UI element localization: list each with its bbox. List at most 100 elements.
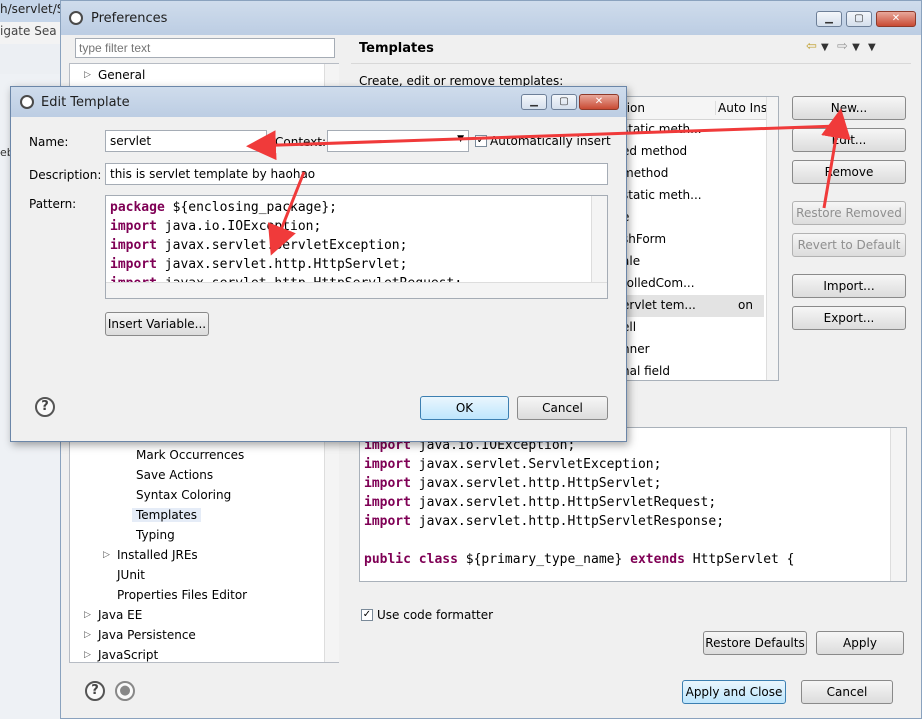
navigation-arrows[interactable]: ⇦ ▼ ⇨ ▼ ▼ <box>806 39 876 54</box>
record-icon[interactable]: ● <box>115 681 135 701</box>
code-text: javax.servlet.http.HttpServlet; <box>164 257 408 272</box>
dialog-cancel-button[interactable]: Cancel <box>517 396 608 420</box>
description-input[interactable]: this is servlet template by haohao <box>105 163 608 185</box>
preview-scrollbar[interactable] <box>890 428 906 581</box>
view-menu-icon[interactable]: ▼ <box>868 42 876 53</box>
tree-item-general[interactable]: General <box>98 68 145 82</box>
code-text: javax.servlet.ServletException; <box>164 238 408 253</box>
minimize-button[interactable]: ▁ <box>816 11 842 27</box>
edit-template-dialog: Edit Template ▁ ▢ ✕ Name: servlet Contex… <box>10 86 627 442</box>
tree-item-junit[interactable]: JUnit <box>117 568 145 582</box>
code-keyword: public <box>364 552 419 567</box>
name-input[interactable]: servlet <box>105 130 267 152</box>
tree-item-syntax-coloring[interactable]: Syntax Coloring <box>136 488 231 502</box>
tree-item-typing[interactable]: Typing <box>136 528 175 542</box>
tree-item-label: Installed JREs <box>117 548 198 562</box>
code-text: java.io.IOException; <box>164 219 322 234</box>
pattern-code: package ${enclosing_package}; import java… <box>110 198 462 293</box>
back-arrow-icon[interactable]: ⇦ <box>806 39 817 54</box>
row-description: method <box>622 166 669 180</box>
use-formatter-checkbox[interactable]: ✓ <box>361 609 373 621</box>
preferences-titlebar[interactable] <box>61 1 921 35</box>
edit-template-title: Edit Template <box>41 95 130 110</box>
row-description: shForm <box>622 232 667 246</box>
expand-icon[interactable]: ▷ <box>84 70 91 80</box>
code-keyword: import <box>110 257 165 272</box>
pattern-vertical-scrollbar[interactable] <box>591 196 607 282</box>
expand-icon[interactable]: ▷ <box>84 630 91 640</box>
import-button[interactable]: Import... <box>792 274 906 298</box>
code-keyword: class <box>418 552 466 567</box>
code-line: import javax.servlet.http.HttpServletRes… <box>364 512 795 531</box>
code-line: import javax.servlet.http.HttpServlet; <box>110 255 462 274</box>
restore-defaults-button[interactable]: Restore Defaults <box>703 631 807 655</box>
tree-item-installed-jres[interactable]: Installed JREs <box>117 548 198 562</box>
chevron-down-icon: ▼ <box>457 134 464 144</box>
tree-item-javascript[interactable]: JavaScript <box>98 648 158 662</box>
edit-button[interactable]: Edit... <box>792 128 906 152</box>
code-text: javax.servlet.ServletException; <box>418 457 662 472</box>
eclipse-icon <box>20 95 34 109</box>
tree-item-save-actions[interactable]: Save Actions <box>136 468 213 482</box>
code-text: javax.servlet.http.HttpServletRequest; <box>418 495 717 510</box>
use-formatter-label: Use code formatter <box>377 608 494 622</box>
cancel-button[interactable]: Cancel <box>801 680 893 704</box>
pattern-label: Pattern: <box>29 197 77 211</box>
code-line: import javax.servlet.http.HttpServlet; <box>364 474 795 493</box>
context-label: Context: <box>275 135 327 149</box>
restore-removed-button[interactable]: Restore Removed <box>792 201 906 225</box>
tree-item-java-ee[interactable]: Java EE <box>98 608 142 622</box>
pattern-horizontal-scrollbar[interactable] <box>106 282 607 298</box>
tree-item-templates[interactable]: Templates <box>132 508 202 522</box>
preview-code: package ${enclosing_package};import java… <box>364 428 795 569</box>
tree-item-label: Syntax Coloring <box>136 488 232 502</box>
help-icon[interactable]: ? <box>35 397 55 417</box>
context-select[interactable]: ▼ <box>327 130 469 152</box>
expand-icon[interactable]: ▷ <box>84 650 91 660</box>
forward-menu-icon[interactable]: ▼ <box>852 42 860 53</box>
apply-and-close-button[interactable]: Apply and Close <box>682 680 786 704</box>
new-button[interactable]: New... <box>792 96 906 120</box>
code-line: import javax.servlet.ServletException; <box>110 236 462 255</box>
tree-item-label: Properties Files Editor <box>117 588 248 602</box>
remove-button[interactable]: Remove <box>792 160 906 184</box>
close-button[interactable]: ✕ <box>876 11 916 27</box>
apply-button[interactable]: Apply <box>816 631 904 655</box>
code-line: import javax.servlet.ServletException; <box>364 455 795 474</box>
auto-insert-checkbox[interactable]: ✓ <box>475 135 487 147</box>
insert-variable-button[interactable]: Insert Variable... <box>105 312 209 336</box>
tree-item-label: Mark Occurrences <box>136 448 245 462</box>
tree-item-java-persistence[interactable]: Java Persistence <box>98 628 196 642</box>
pattern-editor[interactable]: package ${enclosing_package}; import java… <box>105 195 608 299</box>
help-icon[interactable]: ? <box>85 681 105 701</box>
export-button[interactable]: Export... <box>792 306 906 330</box>
code-line: import java.io.IOException; <box>110 217 462 236</box>
tree-item-mark-occurrences[interactable]: Mark Occurrences <box>136 448 244 462</box>
tree-item-properties-files-editor[interactable]: Properties Files Editor <box>117 588 247 602</box>
column-auto-insert[interactable]: Auto Ins. <box>715 101 771 115</box>
row-description: rolledCom... <box>622 276 695 290</box>
code-text: ${enclosing_package}; <box>172 200 337 215</box>
tree-item-label: JavaScript <box>98 648 159 662</box>
table-scrollbar[interactable] <box>766 97 778 380</box>
name-label: Name: <box>29 135 69 149</box>
preferences-title: Preferences <box>91 11 168 26</box>
maximize-button[interactable]: ▢ <box>846 11 872 27</box>
dialog-close-button[interactable]: ✕ <box>579 94 619 110</box>
expand-icon[interactable]: ▷ <box>103 550 110 560</box>
code-keyword: import <box>364 476 419 491</box>
filter-input[interactable] <box>75 38 335 58</box>
row-description: ed method <box>622 144 688 158</box>
forward-arrow-icon[interactable]: ⇨ <box>837 39 848 54</box>
dialog-minimize-button[interactable]: ▁ <box>521 94 547 110</box>
expand-icon[interactable]: ▷ <box>84 610 91 620</box>
eclipse-icon <box>69 11 83 25</box>
template-preview[interactable]: package ${enclosing_package};import java… <box>359 427 907 582</box>
code-keyword: import <box>364 514 419 529</box>
row-auto-insert: on <box>738 298 753 312</box>
back-menu-icon[interactable]: ▼ <box>821 42 829 53</box>
ok-button[interactable]: OK <box>420 396 509 420</box>
code-text: ${primary_type_name} <box>465 552 631 567</box>
dialog-maximize-button[interactable]: ▢ <box>551 94 577 110</box>
revert-default-button[interactable]: Revert to Default <box>792 233 906 257</box>
